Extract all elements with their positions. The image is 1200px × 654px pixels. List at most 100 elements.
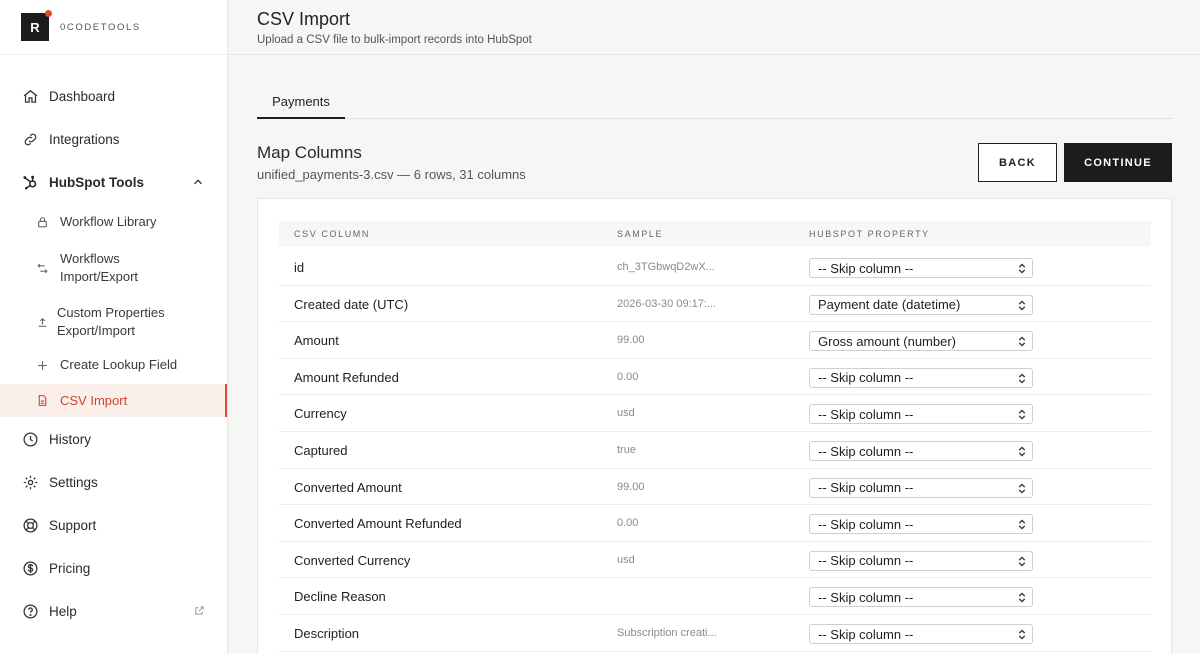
table-row: Amount 99.00 Gross amount (number) [279, 322, 1151, 359]
brand-logo-letter: R [30, 19, 40, 35]
table-row: id ch_3TGbwqD2wX... -- Skip column -- [279, 249, 1151, 286]
hubspot-property-value: Gross amount (number) [818, 333, 956, 349]
sidebar-subitem-workflows-import-export[interactable]: Workflows Import/Export [0, 247, 227, 289]
sample-value: Subscription creati... [617, 627, 717, 639]
sidebar-item-support[interactable]: Support [0, 508, 227, 542]
hubspot-property-value: -- Skip column -- [818, 443, 914, 459]
hubspot-property-select[interactable]: -- Skip column -- [809, 550, 1033, 571]
brand[interactable]: R 0CODETOOLS [0, 0, 227, 55]
sidebar-subitem-custom-properties[interactable]: Custom Properties Export/Import [0, 301, 227, 343]
hubspot-property-value: Payment date (datetime) [818, 297, 961, 313]
select-arrows-icon [1018, 373, 1026, 384]
tab-payments[interactable]: Payments [257, 85, 345, 119]
sidebar-item-help[interactable]: Help [0, 594, 227, 628]
hubspot-property-select[interactable]: Gross amount (number) [809, 331, 1033, 352]
table-row: Converted Amount Refunded 0.00 -- Skip col… [279, 505, 1151, 542]
sidebar-subitem-workflow-library[interactable]: Workflow Library [0, 204, 227, 240]
hubspot-property-select[interactable]: -- Skip column -- [809, 514, 1033, 535]
hubspot-property-value: -- Skip column -- [818, 589, 914, 605]
tab-bar: Payments [257, 85, 1173, 119]
sidebar-subitem-label: Workflows Import/Export [60, 251, 139, 284]
hubspot-property-select[interactable]: Payment date (datetime) [809, 294, 1033, 315]
hubspot-property-select[interactable]: -- Skip column -- [809, 587, 1033, 608]
brand-logo: R [21, 10, 52, 41]
select-arrows-icon [1018, 483, 1026, 494]
sidebar-item-label: Dashboard [49, 88, 116, 104]
gear-icon [21, 473, 39, 491]
table-row: Currency usd -- Skip column -- [279, 395, 1151, 432]
sidebar-subitem-create-lookup-field[interactable]: Create Lookup Field [0, 355, 227, 375]
brand-name: 0CODETOOLS [60, 21, 141, 33]
continue-button[interactable]: CONTINUE [1064, 143, 1172, 182]
sample-value: ch_3TGbwqD2wX... [617, 261, 715, 273]
select-arrows-icon [1018, 263, 1026, 274]
table-header: CSV COLUMN SAMPLE HUBSPOT PROPERTY [279, 221, 1151, 247]
lock-icon [35, 215, 49, 229]
sidebar-subitem-csv-import[interactable]: CSV Import [0, 384, 227, 417]
hubspot-property-select[interactable]: -- Skip column -- [809, 258, 1033, 278]
sidebar-subitem-label: Create Lookup Field [60, 357, 178, 372]
sidebar-item-label: HubSpot Tools [49, 174, 144, 190]
sidebar-subitem-label: Workflow Library [60, 214, 157, 229]
table-row: Captured true -- Skip column -- [279, 432, 1151, 469]
sample-value: 0.00 [617, 370, 639, 383]
back-button[interactable]: BACK [978, 143, 1057, 182]
csv-column-name: Decline Reason [294, 589, 386, 605]
hubspot-property-select[interactable]: -- Skip column -- [809, 367, 1033, 388]
hubspot-property-value: -- Skip column -- [818, 480, 914, 496]
sidebar-item-pricing[interactable]: Pricing [0, 551, 227, 585]
select-arrows-icon [1018, 519, 1026, 530]
sidebar-subitem-label: CSV Import [60, 392, 128, 408]
select-arrows-icon [1018, 556, 1026, 567]
hubspot-property-select[interactable]: -- Skip column -- [809, 624, 1033, 644]
select-arrows-icon [1018, 629, 1026, 640]
page-title: CSV Import [257, 9, 351, 29]
sidebar-item-label: History [49, 431, 92, 447]
dollar-circle-icon [21, 559, 39, 577]
column-header-hubspot-property: HUBSPOT PROPERTY [809, 229, 930, 239]
file-icon [35, 394, 49, 408]
csv-column-name: Converted Amount Refunded [294, 516, 462, 532]
sidebar-item-settings[interactable]: Settings [0, 465, 227, 499]
csv-column-name: Converted Currency [294, 552, 411, 568]
sidebar-item-dashboard[interactable]: Dashboard [0, 79, 227, 113]
sample-value: 99.00 [617, 334, 645, 347]
sample-value: usd [617, 407, 635, 420]
sample-value: true [617, 444, 636, 456]
table-row: Converted Currency usd -- Skip column -- [279, 542, 1151, 579]
csv-column-name: Description [294, 626, 360, 641]
select-arrows-icon [1018, 336, 1026, 347]
logo-accent-dot [45, 10, 52, 17]
home-icon [21, 87, 39, 105]
swap-arrows-icon [35, 261, 49, 275]
sample-value: 0.00 [617, 517, 639, 530]
select-arrows-icon [1018, 446, 1026, 457]
chevron-up-icon[interactable] [191, 175, 205, 189]
hubspot-property-select[interactable]: -- Skip column -- [809, 441, 1033, 461]
sidebar-subitem-label: Custom Properties Export/Import [57, 305, 165, 338]
lifebuoy-icon [21, 516, 39, 534]
table-row: Description Subscription creati... -- Skip… [279, 615, 1151, 652]
file-summary: unified_payments-3.csv — 6 rows, 31 colu… [257, 167, 526, 182]
table-row: Amount Refunded 0.00 -- Skip column -- [279, 359, 1151, 396]
help-circle-icon [21, 602, 39, 620]
hubspot-property-select[interactable]: -- Skip column -- [809, 404, 1033, 425]
clock-icon [21, 430, 39, 448]
table-row: Converted Amount 99.00 -- Skip column -- [279, 469, 1151, 506]
sidebar-item-history[interactable]: History [0, 422, 227, 456]
hubspot-property-value: -- Skip column -- [818, 516, 914, 532]
csv-column-name: Created date (UTC) [294, 296, 409, 312]
page-subtitle: Upload a CSV file to bulk-import records… [257, 34, 532, 46]
sidebar-item-label: Settings [49, 474, 98, 490]
sidebar-item-integrations[interactable]: Integrations [0, 122, 227, 156]
page-header: CSV Import Upload a CSV file to bulk-imp… [229, 0, 1200, 55]
table-row: Decline Reason -- Skip column -- [279, 578, 1151, 615]
section-title: Map Columns [257, 143, 362, 162]
column-header-csv-column: CSV COLUMN [294, 229, 371, 239]
hubspot-property-value: -- Skip column -- [818, 553, 914, 569]
hubspot-icon [21, 173, 39, 191]
csv-column-name: Converted Amount [294, 479, 402, 495]
link-icon [21, 130, 39, 148]
hubspot-property-select[interactable]: -- Skip column -- [809, 477, 1033, 498]
sidebar-item-hubspot-tools[interactable]: HubSpot Tools [0, 165, 227, 199]
